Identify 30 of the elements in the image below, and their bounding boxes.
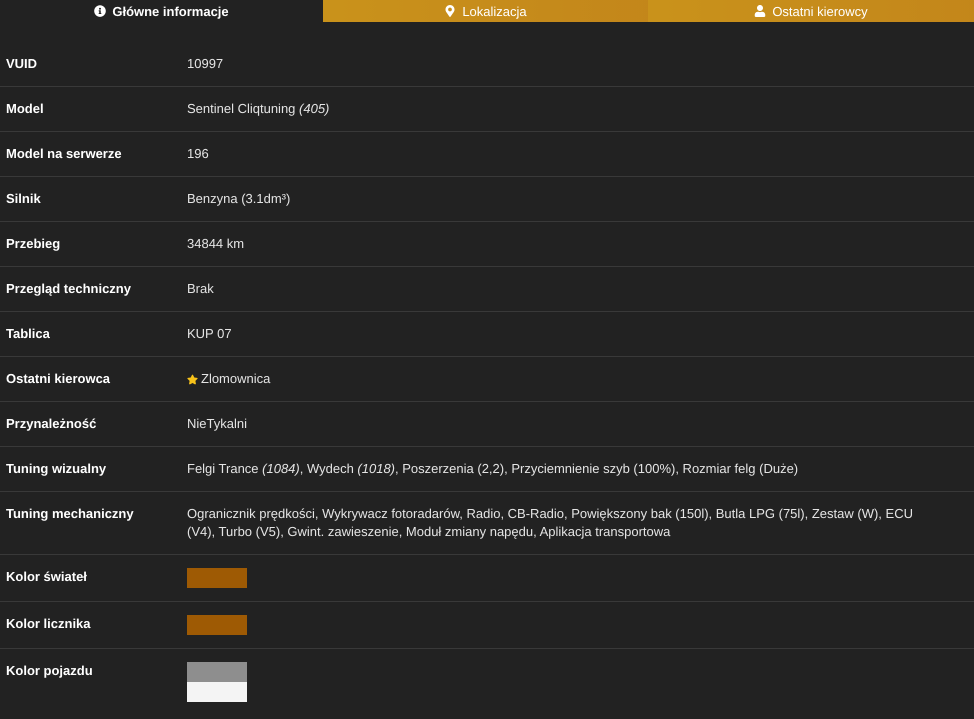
- row-label: Tuning wizualny: [6, 460, 108, 478]
- row-label: Kolor świateł: [6, 568, 88, 586]
- value-text: NieTykalni: [187, 415, 247, 433]
- row-label: Przegląd techniczny: [6, 280, 132, 298]
- info-icon: [94, 5, 106, 17]
- row-label: Model: [6, 100, 45, 118]
- row-label: Kolor licznika: [6, 615, 92, 633]
- row-label: Tuning mechaniczny: [6, 505, 135, 523]
- value-text: Felgi Trance (1084), Wydech (1018), Poszerzenia (2,2), Przyciemnienie szyb (100%), Rozmiar felg (Duże): [187, 460, 798, 478]
- row-label: VUID: [6, 55, 38, 73]
- row-label: Model na serwerze: [6, 145, 123, 163]
- value-text: Sentinel Cliqtuning (405): [187, 100, 330, 118]
- value-text: Zlomownica: [201, 370, 270, 388]
- user-icon: [754, 5, 766, 17]
- row-label: Silnik: [6, 190, 42, 208]
- value-text: Benzyna (3.1dm³): [187, 190, 290, 208]
- row-label: Przebieg: [6, 235, 62, 253]
- value-text: Ogranicznik prędkości, Wykrywacz fotoradarów, Radio, CB-Radio, Powiększony bak (150l), Butla LPG (75l), Zestaw (W), ECU (V4), Turbo (V5), Gwint. zawieszenie, Moduł zmiany napędu, Aplikacja transportowa: [187, 505, 914, 541]
- value-text: 196: [187, 145, 209, 163]
- value-text: 34844 km: [187, 235, 244, 253]
- row-label: Ostatni kierowca: [6, 370, 112, 388]
- value-text: 10997: [187, 55, 224, 73]
- row-label: Kolor pojazdu: [6, 662, 94, 680]
- tab[interactable]: Lokalizacja: [323, 0, 648, 22]
- row-label: Przynależność: [6, 415, 98, 433]
- tab[interactable]: Ostatni kierowcy: [648, 0, 974, 22]
- value-text: Brak: [187, 280, 214, 298]
- row-label: Tablica: [6, 325, 51, 343]
- location-pin-icon: [444, 5, 456, 17]
- value-text: KUP 07: [187, 325, 232, 343]
